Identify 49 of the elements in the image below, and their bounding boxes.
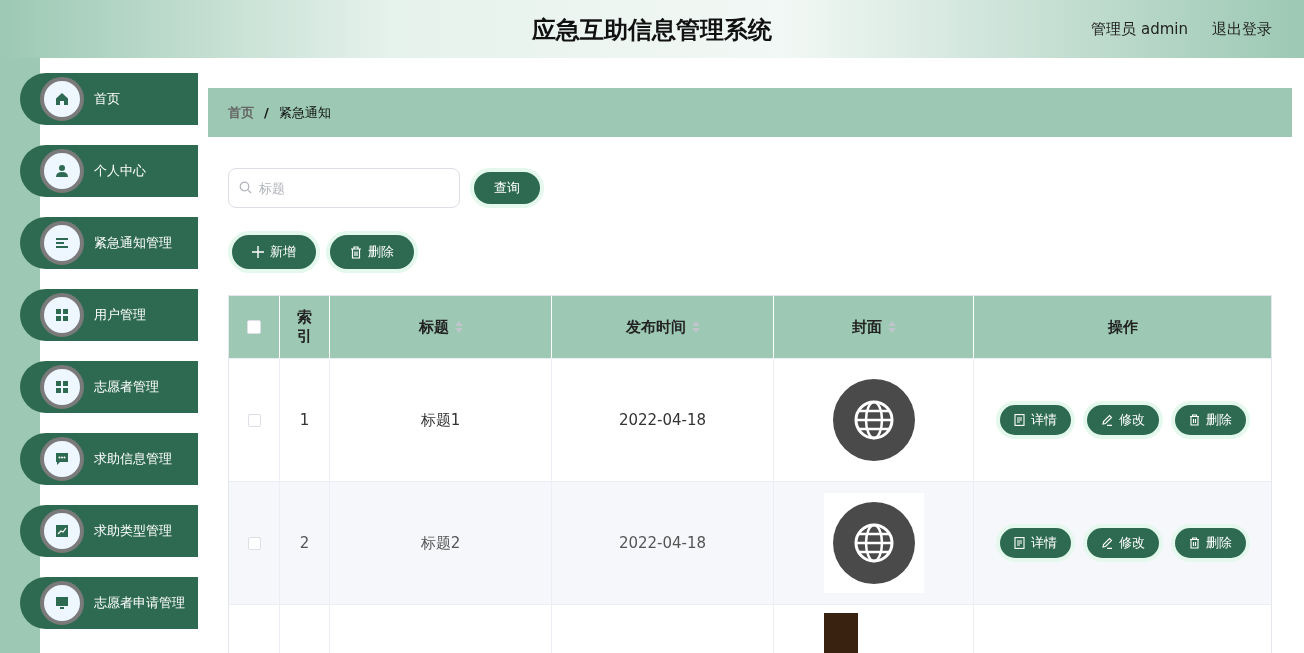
table-cell: 2	[299, 534, 310, 552]
sort-icon[interactable]	[454, 321, 463, 333]
list-icon	[55, 236, 69, 250]
breadcrumb-item: 紧急通知	[278, 103, 331, 122]
sidebar-item[interactable]: 志愿者申请管理	[20, 577, 198, 629]
table-cell: 1	[299, 411, 310, 429]
sort-icon[interactable]	[691, 321, 700, 333]
trash-icon	[1188, 537, 1200, 549]
sidebar-item[interactable]: 紧急通知管理	[20, 217, 198, 269]
user-icon	[55, 164, 69, 178]
breadcrumb-separator: /	[264, 105, 269, 120]
home-icon	[55, 92, 69, 106]
admin-username: 管理员 admin	[1091, 19, 1188, 39]
pencil-icon	[1100, 537, 1113, 549]
column-header[interactable]: 封面	[851, 317, 882, 337]
logout-link[interactable]: 退出登录	[1212, 19, 1272, 39]
trash-icon	[350, 245, 362, 259]
sort-icon[interactable]	[887, 321, 896, 333]
app-title: 应急互助信息管理系统	[532, 15, 772, 46]
sidebar-item[interactable]: 个人中心	[20, 145, 198, 197]
search-icon	[239, 181, 252, 194]
monitor-icon	[55, 596, 69, 610]
row-checkbox[interactable]	[247, 536, 261, 550]
column-header: 操作	[1107, 317, 1138, 337]
column-header[interactable]: 标题	[418, 317, 449, 337]
pencil-icon	[1100, 414, 1113, 426]
select-all-checkbox[interactable]	[247, 320, 261, 334]
search-field[interactable]: 标题	[228, 168, 460, 208]
sidebar-item[interactable]: 首页	[20, 73, 198, 125]
column-header[interactable]: 发布时间	[625, 317, 686, 337]
table-cell: 标题2	[420, 533, 461, 553]
table-cell: 标题1	[420, 410, 461, 430]
table-cell: 2022-04-18	[618, 534, 707, 552]
grid-icon	[55, 308, 69, 322]
document-icon	[1013, 537, 1025, 549]
chart-icon	[55, 524, 69, 538]
column-header: 索引	[297, 307, 312, 347]
chat-icon	[55, 452, 69, 466]
plus-icon	[252, 246, 264, 258]
sidebar-item[interactable]: 志愿者管理	[20, 361, 198, 413]
sidebar-item[interactable]: 求助类型管理	[20, 505, 198, 557]
document-icon	[1013, 414, 1025, 426]
breadcrumb-item[interactable]: 首页	[228, 103, 254, 122]
sidebar-item[interactable]: 求助信息管理	[20, 433, 198, 485]
sidebar-item[interactable]: 用户管理	[20, 289, 198, 341]
trash-icon	[1188, 414, 1200, 426]
table-cell: 2022-04-18	[618, 411, 707, 429]
row-checkbox[interactable]	[247, 413, 261, 427]
grid-icon	[55, 380, 69, 394]
